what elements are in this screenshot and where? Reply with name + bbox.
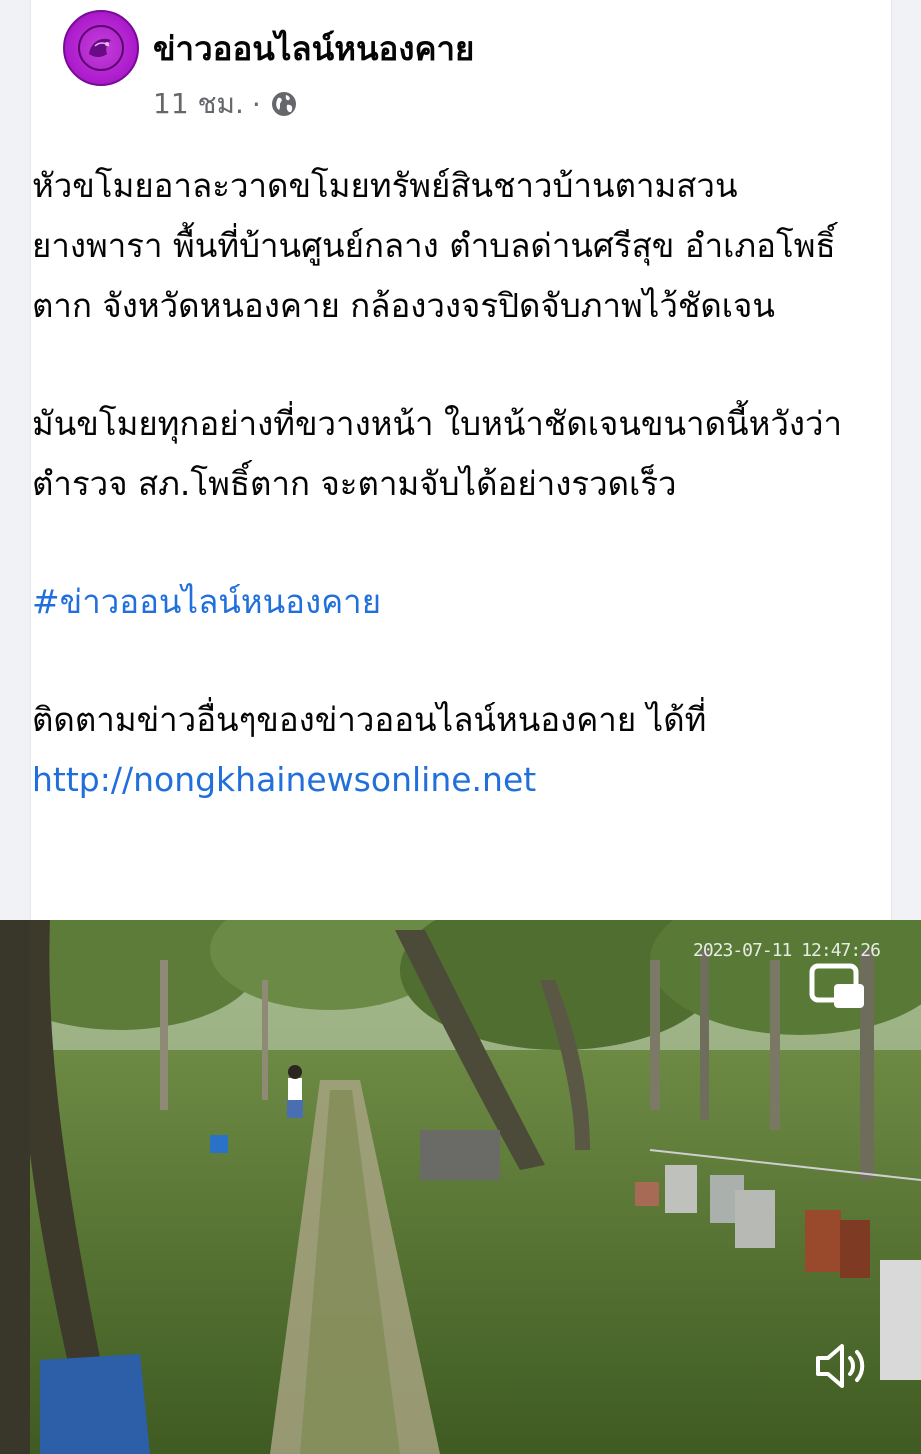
page-name[interactable]: ข่าวออนไลน์หนองคาย bbox=[153, 22, 474, 75]
website-link[interactable]: http://nongkhainewsonline.net bbox=[32, 750, 847, 810]
cctv-frame-image bbox=[0, 920, 921, 1454]
speaker-icon[interactable] bbox=[812, 1336, 870, 1396]
post-body: หัวขโมยอาละวาดขโมยทรัพย์สินชาวบ้านตามสวน… bbox=[32, 156, 847, 810]
cctv-timestamp: 2023-07-11 12:47:26 bbox=[693, 940, 881, 961]
post-paragraph: มันขโมยทุกอย่างที่ขวางหน้า ใบหน้าชัดเจนข… bbox=[32, 404, 843, 503]
post-meta: 11 ชม. · bbox=[153, 82, 299, 126]
page-avatar[interactable] bbox=[63, 10, 139, 86]
post-time[interactable]: 11 ชม. bbox=[153, 82, 244, 126]
cctv-video[interactable] bbox=[0, 920, 921, 1454]
post-header: ข่าวออนไลน์หนองคาย 11 ชม. · bbox=[63, 10, 883, 121]
post-paragraph: หัวขโมยอาละวาดขโมยทรัพย์สินชาวบ้านตามสวน… bbox=[32, 166, 836, 325]
meta-separator: · bbox=[251, 87, 261, 121]
picture-in-picture-icon[interactable] bbox=[806, 962, 868, 1012]
follow-text: ติดตามข่าวอื่นๆของข่าวออนไลน์หนองคาย ได้… bbox=[32, 700, 707, 739]
globe-icon bbox=[271, 92, 296, 116]
page-logo-icon bbox=[78, 25, 124, 71]
hashtag-link[interactable]: #ข่าวออนไลน์หนองคาย bbox=[32, 572, 847, 632]
